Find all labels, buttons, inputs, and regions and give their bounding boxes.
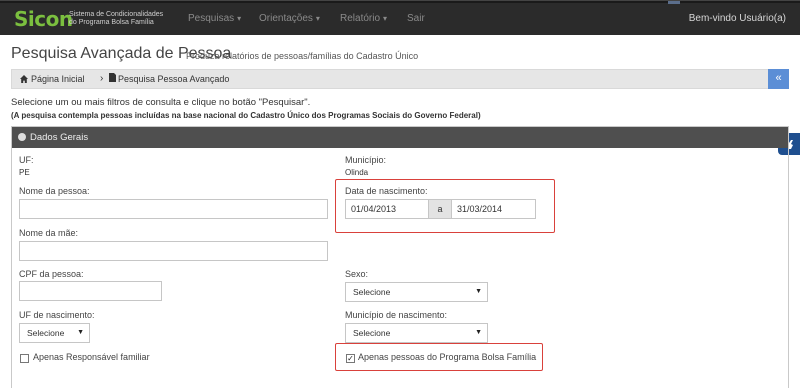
responsavel-familiar-checkbox[interactable] — [20, 354, 29, 363]
breadcrumb-separator: › — [100, 73, 104, 84]
uf-value: PE — [19, 168, 30, 177]
circle-chevron-icon — [18, 133, 26, 141]
nome-pessoa-input[interactable] — [19, 199, 328, 219]
nome-mae-input[interactable] — [19, 241, 328, 261]
dados-gerais-panel: Dados Gerais UF: PE Município: Olinda No… — [11, 126, 789, 388]
app-subtitle-line1: Sistema de Condicionalidades — [69, 11, 164, 18]
bolsa-familia-checkbox[interactable]: ✓ — [346, 354, 355, 363]
chevron-down-icon: ▾ — [383, 14, 388, 23]
instructions-text: Selecione um ou mais filtros de consulta… — [11, 97, 311, 108]
panel-header[interactable]: Dados Gerais — [12, 127, 788, 148]
welcome-user-menu[interactable]: Bem-vindo Usuário(a) — [689, 13, 786, 24]
uf-nascimento-select-value: Selecione — [27, 328, 65, 338]
breadcrumb: Página Inicial › Pesquisa Pessoa Avançad… — [11, 69, 789, 89]
breadcrumb-current: Pesquisa Pessoa Avançado — [118, 74, 230, 84]
uf-label: UF: — [19, 155, 34, 165]
chevron-down-icon: ▼ — [77, 329, 84, 336]
date-range-separator: a — [429, 199, 451, 219]
top-strip — [0, 1, 800, 4]
data-fim-input[interactable]: 31/03/2014 — [451, 199, 536, 219]
cpf-input[interactable] — [19, 281, 162, 301]
municipio-nascimento-select-value: Selecione — [353, 328, 391, 338]
uf-nascimento-select[interactable]: Selecione ▼ — [19, 323, 90, 343]
chevron-down-icon: ▼ — [475, 329, 482, 336]
municipio-label: Município: — [345, 155, 387, 165]
bolsa-familia-label: Apenas pessoas do Programa Bolsa Família — [358, 352, 537, 362]
chevron-down-icon: ▾ — [237, 14, 242, 23]
cpf-label: CPF da pessoa: — [19, 269, 84, 279]
instructions-note: (A pesquisa contempla pessoas incluídas … — [11, 111, 481, 120]
breadcrumb-home-link[interactable]: Página Inicial — [20, 74, 85, 84]
app-subtitle-line2: do Programa Bolsa Família — [69, 19, 154, 26]
sexo-select[interactable]: Selecione ▼ — [345, 282, 488, 302]
responsavel-familiar-label: Apenas Responsável familiar — [33, 352, 150, 362]
data-inicio-input[interactable]: 01/04/2013 — [345, 199, 429, 219]
municipio-value: Olinda — [345, 168, 369, 177]
municipio-nascimento-label: Município de nascimento: — [345, 310, 448, 320]
nav-relatorio[interactable]: Relatório ▾ — [340, 13, 387, 24]
chevron-down-icon: ▼ — [475, 288, 482, 295]
nav-pesquisas[interactable]: Pesquisas ▾ — [188, 13, 241, 24]
municipio-nascimento-select[interactable]: Selecione ▼ — [345, 323, 488, 343]
sexo-label: Sexo: — [345, 269, 369, 279]
nav-pesquisas-label: Pesquisas — [188, 13, 235, 24]
app-subtitle: Sistema de Condicionalidades do Programa… — [69, 11, 163, 27]
top-navbar: Sicon Sistema de Condicionalidades do Pr… — [0, 0, 800, 35]
sexo-select-value: Selecione — [353, 287, 391, 297]
nav-sair[interactable]: Sair — [407, 13, 425, 24]
data-nascimento-label: Data de nascimento: — [345, 186, 428, 196]
top-strip-marker — [668, 1, 680, 4]
document-icon — [109, 73, 116, 84]
nome-pessoa-label: Nome da pessoa: — [19, 186, 90, 196]
nav-relatorio-label: Relatório — [340, 13, 381, 24]
panel-title: Dados Gerais — [30, 132, 89, 143]
nome-mae-label: Nome da mãe: — [19, 228, 79, 238]
home-icon — [20, 75, 28, 83]
nav-orientacoes[interactable]: Orientações ▾ — [259, 13, 320, 24]
nav-orientacoes-label: Orientações — [259, 13, 313, 24]
chevron-down-icon: ▾ — [315, 14, 320, 23]
page-subtitle: Produza relatórios de pessoas/famílias d… — [186, 51, 419, 61]
app-logo[interactable]: Sicon — [14, 7, 73, 31]
uf-nascimento-label: UF de nascimento: — [19, 310, 95, 320]
breadcrumb-home-label: Página Inicial — [31, 74, 85, 84]
breadcrumb-collapse-button[interactable]: « — [768, 69, 789, 89]
